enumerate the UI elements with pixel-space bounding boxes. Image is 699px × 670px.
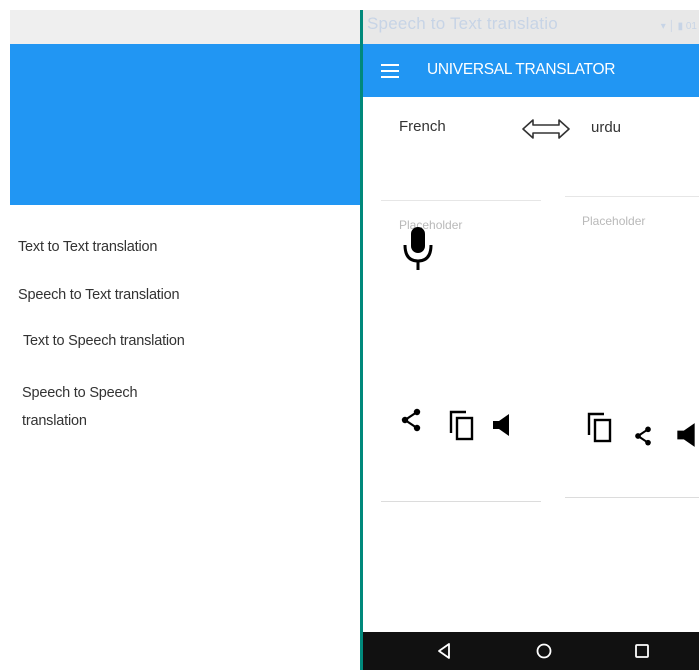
source-language-selector[interactable]: French — [399, 118, 446, 135]
copy-icon[interactable] — [447, 409, 475, 441]
speaker-icon[interactable] — [489, 412, 513, 438]
drawer-item-text-to-speech[interactable]: Text to Speech translation — [23, 330, 185, 352]
drawer-item-speech-to-text[interactable]: Speech to Text translation — [18, 284, 180, 306]
speaker-icon-target[interactable] — [673, 420, 699, 450]
drawer-item-text-to-text[interactable]: Text to Text translation — [18, 236, 157, 258]
app-bar: UNIVERSAL TRANSLATOR — [363, 44, 699, 97]
hamburger-menu-icon[interactable] — [381, 64, 399, 78]
status-bar-title: Speech to Text translatio — [367, 14, 558, 33]
nav-home-icon[interactable] — [531, 640, 557, 662]
share-icon-target[interactable] — [633, 426, 653, 446]
phone-screen: Speech to Text translatio ▾ │ ▮ 01 UNIVE… — [360, 10, 699, 670]
swap-languages-icon[interactable] — [521, 117, 571, 141]
status-bar: Speech to Text translatio ▾ │ ▮ 01 — [363, 10, 699, 44]
target-language-selector[interactable]: urdu — [591, 119, 621, 136]
nav-back-icon[interactable] — [431, 640, 457, 662]
drawer-header — [10, 44, 363, 205]
drawer-top-strip — [10, 10, 363, 44]
nav-recents-icon[interactable] — [629, 640, 655, 662]
status-icons: ▾ │ ▮ 01 — [660, 21, 697, 32]
microphone-icon[interactable] — [400, 225, 436, 275]
target-text-area[interactable]: Placeholder — [565, 196, 699, 498]
drawer-item-speech-to-speech[interactable]: Speech to Speech — [22, 382, 138, 404]
share-icon[interactable] — [399, 408, 423, 432]
target-placeholder: Placeholder — [582, 214, 646, 228]
system-nav-bar — [363, 632, 699, 670]
app-title: UNIVERSAL TRANSLATOR — [427, 61, 616, 78]
drawer-item-speech-to-speech-line2[interactable]: translation — [22, 410, 87, 432]
copy-icon-target[interactable] — [585, 411, 613, 443]
